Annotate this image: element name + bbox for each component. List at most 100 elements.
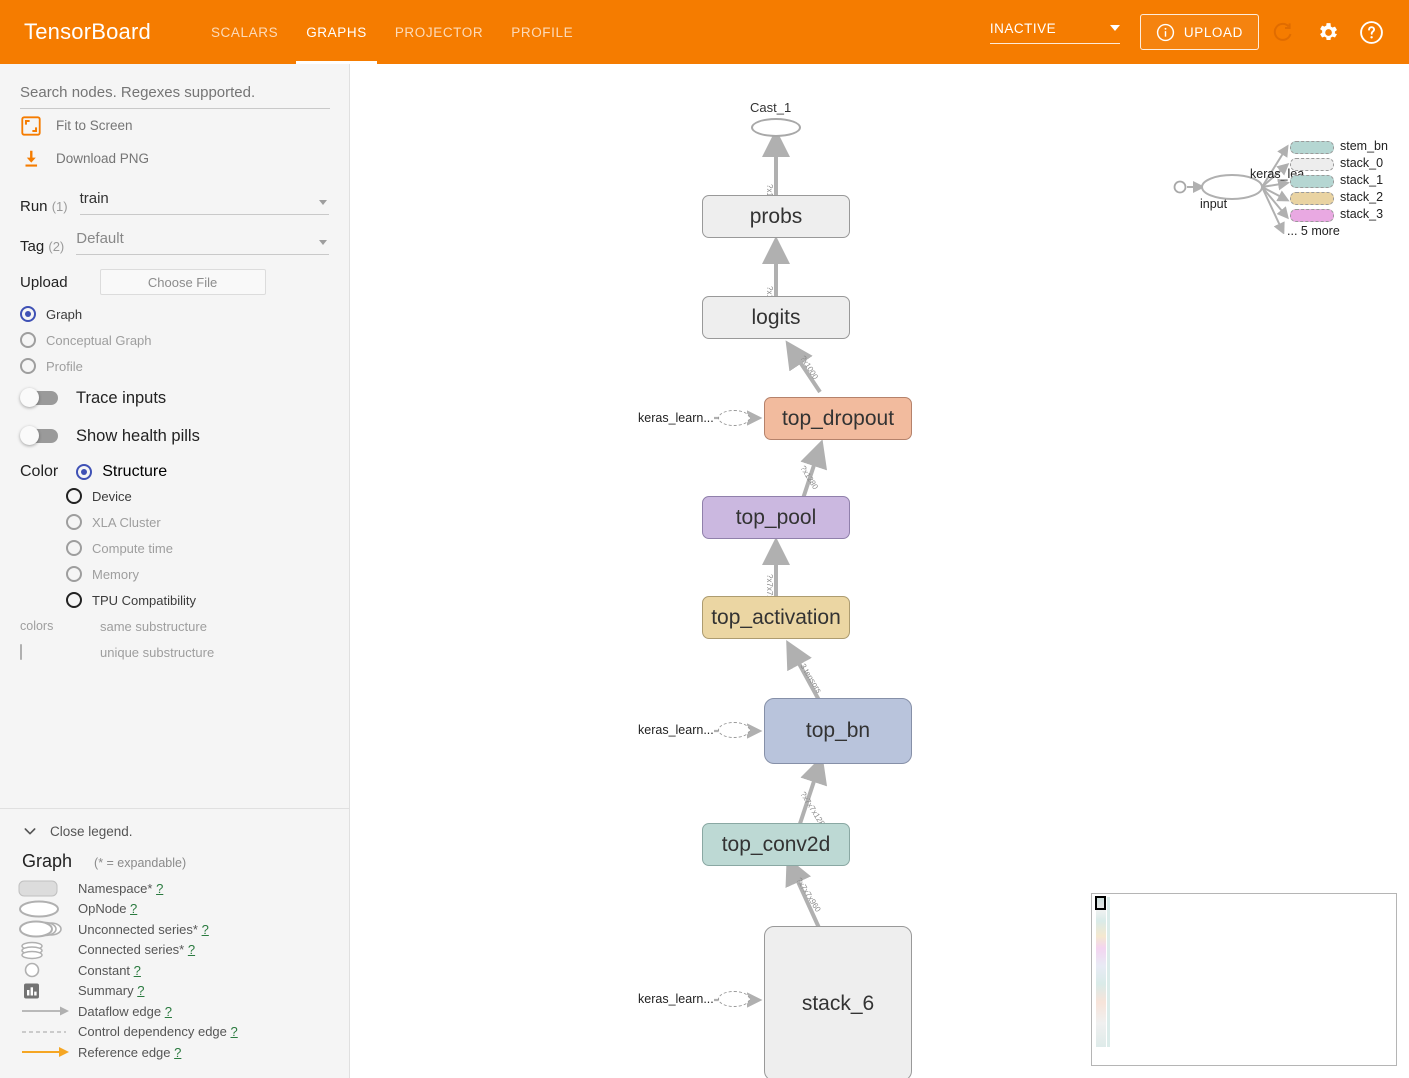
legend-item-unconnected-series: Unconnected series* ? [0, 919, 349, 940]
run-value: train [79, 190, 109, 207]
tab-profile[interactable]: PROFILE [497, 0, 587, 64]
color-option-tpu-compatibility[interactable]: TPU Compatibility [0, 587, 349, 613]
node-probs[interactable]: probs [702, 195, 850, 238]
chevron-down-icon [319, 240, 327, 245]
aux-node-stack-1[interactable] [1290, 175, 1334, 188]
aux-input-node-icon[interactable] [718, 722, 750, 738]
color-section-header: Color Structure [0, 455, 349, 483]
help-link[interactable]: ? [231, 1024, 238, 1039]
help-link[interactable]: ? [137, 983, 144, 998]
color-option-memory[interactable]: Memory [0, 561, 349, 587]
color-option-xla-cluster-label: XLA Cluster [92, 514, 161, 530]
download-png-button[interactable]: Download PNG [0, 142, 349, 175]
tab-scalars[interactable]: SCALARS [197, 0, 292, 64]
trace-inputs-toggle[interactable]: Trace inputs [0, 379, 349, 417]
node-logits[interactable]: logits [702, 296, 850, 339]
node-top-activation[interactable]: top_activation [702, 596, 850, 639]
info-icon [1156, 23, 1175, 41]
main-tabs: SCALARS GRAPHS PROJECTOR PROFILE [197, 0, 587, 64]
node-stack-6[interactable]: stack_6 [764, 926, 912, 1078]
aux-input-node-icon[interactable] [718, 410, 750, 426]
help-link[interactable]: ? [156, 881, 163, 896]
top-app-bar: TensorBoard SCALARS GRAPHS PROJECTOR PRO… [0, 0, 1409, 64]
tag-selector-row: Tag (2) Default [0, 215, 349, 255]
aux-node-stem-bn[interactable] [1290, 141, 1334, 154]
graph-canvas[interactable]: ?x1000 ?x1000 ?x1000 ?x1280 ?x7x7x1280 3… [350, 64, 1409, 1078]
trace-inputs-label: Trace inputs [76, 388, 167, 407]
aux-node-stack-0[interactable] [1290, 158, 1334, 171]
aux-input-label: keras_learn... [638, 992, 714, 1006]
node-caption-cast-1: Cast_1 [750, 100, 792, 115]
legend-label-unconnected-series: Unconnected series* [78, 921, 198, 937]
aux-input-label: keras_learn... [638, 723, 714, 737]
upload-section: Upload Choose File [0, 255, 349, 301]
legend-item-constant: Constant ? [0, 960, 349, 981]
search-section [0, 64, 349, 109]
upload-button[interactable]: UPLOAD [1139, 14, 1259, 50]
minimap-viewport-rect[interactable] [1095, 896, 1106, 910]
radio-icon[interactable] [76, 464, 93, 480]
help-link[interactable]: ? [130, 901, 137, 916]
aux-input-node-icon[interactable] [718, 991, 750, 1007]
toggle-switch-icon [20, 388, 60, 407]
reload-status-select[interactable]: INACTIVE [989, 20, 1120, 44]
color-option-device[interactable]: Device [0, 483, 349, 509]
gear-icon[interactable] [1307, 12, 1347, 52]
run-select[interactable]: train [79, 190, 329, 215]
node-top-bn[interactable]: top_bn [764, 698, 912, 764]
summary-icon [18, 982, 78, 1000]
help-link[interactable]: ? [165, 1004, 172, 1019]
tag-label: Tag (2) [20, 238, 64, 255]
tag-label-text: Tag [20, 238, 45, 255]
reload-status-value: INACTIVE [989, 21, 1057, 36]
color-option-xla-cluster[interactable]: XLA Cluster [0, 509, 349, 535]
colors-same-substructure-row: colors same substructure [0, 613, 349, 639]
control-dependency-edge-icon [18, 1025, 78, 1039]
fit-to-screen-button[interactable]: Fit to Screen [0, 109, 349, 142]
help-link[interactable]: ? [188, 942, 195, 957]
chevron-down-icon [1109, 25, 1120, 31]
aux-node-stack-1-label: stack_1 [1340, 173, 1384, 187]
run-count: (1) [51, 199, 68, 214]
aux-node-stack-3[interactable] [1290, 209, 1334, 222]
refresh-icon[interactable] [1263, 12, 1303, 52]
upload-button-label: UPLOAD [1183, 24, 1243, 40]
tab-projector[interactable]: PROJECTOR [381, 0, 497, 64]
legend-heading: Graph (* = expandable) [0, 849, 349, 878]
help-link[interactable]: ? [202, 922, 209, 937]
opnode-icon [18, 900, 78, 918]
node-top-pool[interactable]: top_pool [702, 496, 850, 539]
help-link[interactable]: ? [174, 1045, 181, 1060]
legend-label-dataflow-edge: Dataflow edge [78, 1003, 162, 1019]
help-icon[interactable] [1351, 12, 1391, 52]
search-input[interactable] [20, 82, 330, 109]
source-option-profile[interactable]: Profile [0, 353, 349, 379]
fit-to-screen-label: Fit to Screen [56, 118, 133, 133]
aux-input-label: keras_learn... [638, 411, 714, 425]
close-legend-button[interactable]: Close legend. [0, 809, 349, 849]
aux-node-stack-2[interactable] [1290, 192, 1334, 205]
radio-icon [20, 358, 36, 374]
source-option-graph[interactable]: Graph [0, 301, 349, 327]
choose-file-button[interactable]: Choose File [99, 269, 266, 295]
color-option-memory-label: Memory [92, 566, 139, 582]
tag-select[interactable]: Default [76, 230, 329, 255]
node-cast-1[interactable] [751, 118, 801, 137]
source-option-profile-label: Profile [46, 358, 83, 374]
namespace-icon [18, 880, 78, 897]
source-option-conceptual-graph[interactable]: Conceptual Graph [0, 327, 349, 353]
color-option-compute-time-label: Compute time [92, 540, 173, 556]
node-top-conv2d[interactable]: top_conv2d [702, 823, 850, 866]
color-option-tpu-compatibility-label: TPU Compatibility [92, 592, 197, 608]
chevron-down-icon [319, 200, 327, 205]
legend-item-namespace: Namespace* ? [0, 878, 349, 899]
show-health-pills-toggle[interactable]: Show health pills [0, 417, 349, 455]
radio-icon [66, 514, 82, 530]
tab-graphs[interactable]: GRAPHS [292, 0, 381, 64]
legend-label-summary: Summary [78, 983, 134, 999]
node-top-dropout[interactable]: top_dropout [764, 397, 912, 440]
color-option-compute-time[interactable]: Compute time [0, 535, 349, 561]
legend-label-reference-edge: Reference edge [78, 1044, 171, 1060]
help-link[interactable]: ? [134, 963, 141, 978]
graph-minimap[interactable] [1091, 893, 1397, 1066]
